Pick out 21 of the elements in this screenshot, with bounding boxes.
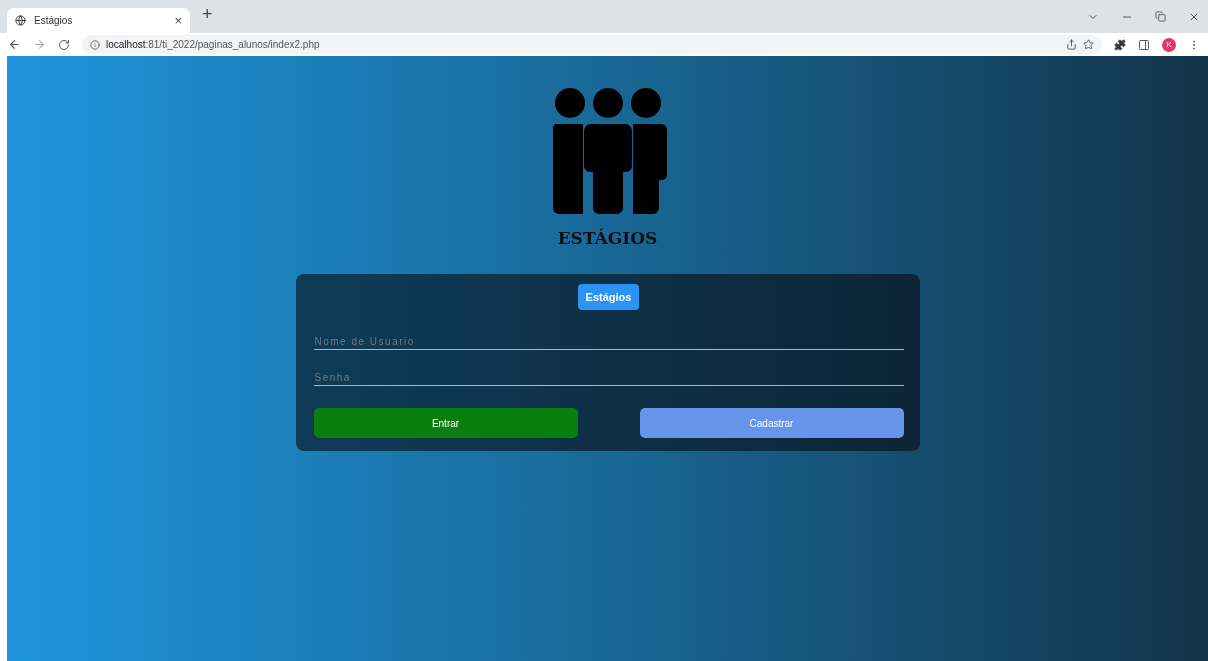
info-icon [90, 39, 100, 50]
puzzle-icon[interactable] [1114, 38, 1126, 51]
card-badge: Estágios [577, 284, 640, 310]
reload-icon[interactable] [58, 38, 70, 51]
share-icon[interactable] [1066, 39, 1077, 50]
tab-close-button[interactable]: × [174, 13, 182, 28]
address-bar[interactable]: localhost:81/ti_2022/paginas_alunos/index2.php [82, 35, 1102, 54]
globe-icon [15, 15, 26, 26]
restore-icon[interactable] [1155, 10, 1166, 22]
star-icon[interactable] [1083, 39, 1094, 50]
logo-title: ESTÁGIOS [557, 228, 658, 248]
tab-title: Estágios [34, 15, 74, 26]
input-field[interactable]: Senha [313, 370, 904, 386]
input-field[interactable]: Nome de Usuario [313, 334, 904, 350]
side-panel-icon[interactable] [1138, 38, 1150, 51]
back-icon[interactable] [8, 38, 21, 51]
browser-tab[interactable]: Estágios × [7, 8, 190, 33]
new-tab-button[interactable]: + [196, 3, 219, 26]
profile-avatar[interactable]: K [1162, 37, 1176, 52]
url-text: localhost:81/ti_2022/paginas_alunos/index2.php [106, 39, 320, 50]
login-button[interactable]: Entrar [313, 408, 578, 438]
